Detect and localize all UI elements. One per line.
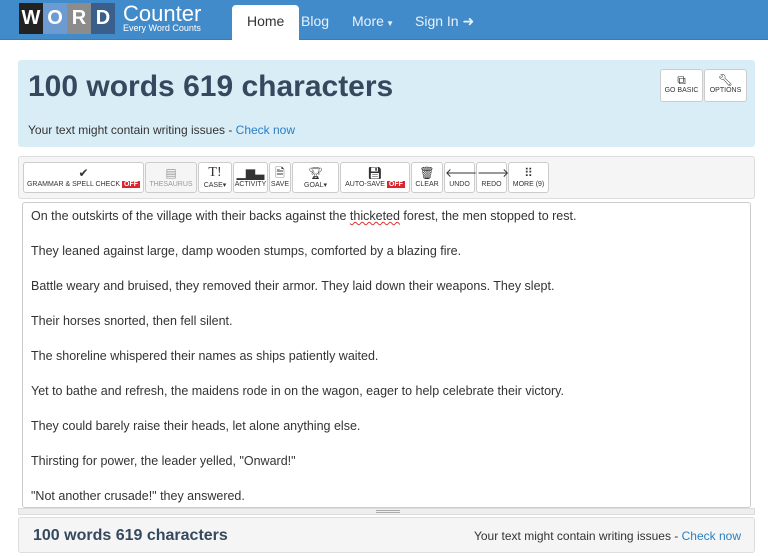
text-line: On the outskirts of the village with the… xyxy=(31,209,576,223)
go-basic-button[interactable]: ⧉ GO BASIC xyxy=(660,69,703,102)
goal-label: GOAL xyxy=(304,182,324,189)
text-line: Their horses snorted, then fell silent. xyxy=(31,314,233,328)
clear-label: CLEAR xyxy=(415,181,439,188)
text-case-icon: T! xyxy=(208,165,222,180)
case-button[interactable]: T! CASE▾ xyxy=(198,162,232,193)
grammar-label: GRAMMAR & SPELL CHECK xyxy=(26,181,121,188)
grip-icon xyxy=(376,510,400,513)
trash-icon: 🗑︎ xyxy=(419,166,435,180)
thesaurus-label: THESAURUS xyxy=(149,181,193,188)
undo-button[interactable]: 🡐 UNDO xyxy=(444,162,478,193)
redo-label: REDO xyxy=(481,181,502,188)
arrow-left-icon: 🡐 xyxy=(445,166,478,180)
text-line: The shoreline whispered their names as s… xyxy=(31,349,379,363)
check-icon: ✔ xyxy=(78,166,89,180)
clear-button[interactable]: 🗑︎ CLEAR xyxy=(411,162,443,193)
book-icon: ▤ xyxy=(165,166,177,180)
logo-title: Counter xyxy=(123,1,202,26)
more-button[interactable]: ⠿ MORE (9) xyxy=(508,162,549,193)
save-button[interactable]: 🗎︎ SAVE xyxy=(269,162,291,193)
trophy-icon: 🏆︎ xyxy=(307,166,324,180)
text-line: Thirsting for power, the leader yelled, … xyxy=(31,454,296,468)
toolbar: ✔ GRAMMAR & SPELL CHECK OFF ▤ THESAURUS T!… xyxy=(18,156,755,199)
footer-check-now-link[interactable]: Check now xyxy=(682,529,741,543)
caret-down-icon: ▼ xyxy=(383,19,395,28)
more-label: MORE (9) xyxy=(512,181,545,188)
nav-sign-in[interactable]: Sign In ➜ xyxy=(400,5,489,40)
stats-header: 100 words 619 characters Your text might… xyxy=(18,60,755,147)
text-line: "Not another crusade!" they answered. xyxy=(31,489,245,503)
sign-in-icon: ➜ xyxy=(462,13,475,29)
activity-button[interactable]: ▁▆▃ ACTIVITY xyxy=(233,162,268,193)
logo-letter: W xyxy=(19,3,43,34)
stats-footer: 100 words 619 characters Your text might… xyxy=(18,517,755,553)
logo[interactable]: W O R D xyxy=(19,3,115,34)
check-now-link[interactable]: Check now xyxy=(236,123,295,137)
text-segment: On the outskirts of the village with the… xyxy=(31,209,350,223)
thesaurus-button[interactable]: ▤ THESAURUS xyxy=(145,162,197,193)
auto-save-button[interactable]: 💾︎ AUTO-SAVE OFF xyxy=(340,162,410,193)
file-save-icon: 🗎︎ xyxy=(275,166,285,180)
resize-handle[interactable] xyxy=(18,508,755,515)
misspelled-word[interactable]: thicketed xyxy=(350,209,400,223)
wrench-icon: 🔧︎ xyxy=(717,73,734,87)
nav-blog[interactable]: Blog xyxy=(286,5,344,40)
logo-tagline: Every Word Counts xyxy=(123,23,201,33)
nav-more-label: More xyxy=(352,13,384,29)
logo-text[interactable]: Counter Every Word Counts xyxy=(123,3,201,33)
text-editor[interactable]: On the outskirts of the village with the… xyxy=(22,202,751,508)
text-line: They could barely raise their heads, let… xyxy=(31,419,361,433)
footer-stats: 100 words 619 characters xyxy=(33,527,228,544)
text-line: Yet to bathe and refresh, the maidens ro… xyxy=(31,384,564,398)
auto-save-label: AUTO-SAVE xyxy=(345,181,385,188)
bar-chart-icon: ▁▆▃ xyxy=(236,166,265,180)
text-line: They leaned against large, damp wooden s… xyxy=(31,244,462,258)
grammar-off-badge: OFF xyxy=(122,181,141,188)
nav-more[interactable]: More ▼ xyxy=(337,5,409,40)
undo-label: UNDO xyxy=(449,181,470,188)
options-label: OPTIONS xyxy=(709,87,742,94)
grammar-check-button[interactable]: ✔ GRAMMAR & SPELL CHECK OFF xyxy=(23,162,144,193)
issues-text: Your text might contain writing issues - xyxy=(28,123,236,137)
logo-letter: R xyxy=(67,3,91,34)
page-title: 100 words 619 characters xyxy=(28,70,394,103)
redo-button[interactable]: 🡒 REDO xyxy=(476,162,510,193)
logo-letter: O xyxy=(43,3,67,34)
external-link-icon: ⧉ xyxy=(677,73,686,87)
goal-button[interactable]: 🏆︎ GOAL▾ xyxy=(292,162,339,193)
go-basic-label: GO BASIC xyxy=(664,87,699,94)
options-button[interactable]: 🔧︎ OPTIONS xyxy=(704,69,747,102)
text-line: Battle weary and bruised, they removed t… xyxy=(31,279,555,293)
footer-issues-text: Your text might contain writing issues - xyxy=(473,529,682,543)
navbar: W O R D Counter Every Word Counts Home B… xyxy=(0,0,768,40)
case-label: CASE xyxy=(203,182,223,189)
text-segment: forest, the men stopped to rest. xyxy=(399,209,577,223)
footer-issues: Your text might contain writing issues -… xyxy=(474,529,741,543)
activity-label: ACTIVITY xyxy=(234,181,267,188)
save-label: SAVE xyxy=(270,181,290,188)
nav-sign-in-label: Sign In xyxy=(415,13,459,29)
logo-letter: D xyxy=(91,3,115,34)
auto-save-off-badge: OFF xyxy=(386,181,405,188)
issues-notice: Your text might contain writing issues -… xyxy=(28,123,295,137)
grid-icon: ⠿ xyxy=(524,166,533,180)
floppy-icon: 💾︎ xyxy=(367,166,383,180)
arrow-right-icon: 🡒 xyxy=(477,166,510,180)
